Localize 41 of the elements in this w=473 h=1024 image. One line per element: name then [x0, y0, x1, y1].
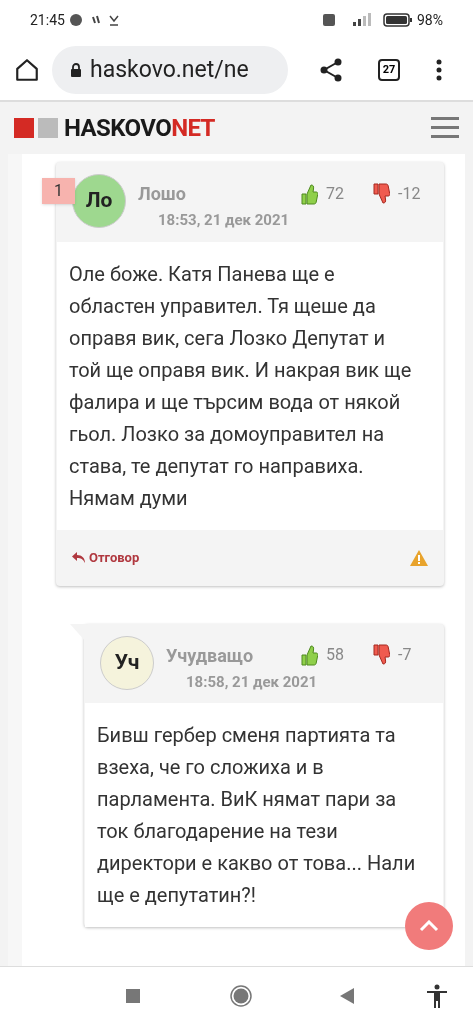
status-time: 21:45 — [30, 10, 65, 30]
accessibility-icon[interactable] — [426, 983, 448, 1008]
chevron-up-icon — [419, 920, 439, 932]
menu-icon[interactable] — [431, 117, 459, 139]
do-not-disturb-icon — [68, 13, 83, 27]
author-name: Лошо — [138, 182, 187, 206]
comment-text: Бивш гербер сменя партията та взеха, че го сложиха и в парламента. ВиК нямат пари за ток благодарение на тези директори е какво от това... Нали ще е депутатин?! — [85, 703, 443, 927]
back-icon[interactable] — [340, 987, 354, 1004]
dislike-count: -7 — [398, 644, 413, 666]
recent-apps-icon[interactable] — [126, 988, 140, 1003]
author-name: Учудващо — [166, 643, 255, 668]
address-bar[interactable]: haskovo.net/ne — [52, 46, 288, 94]
download-done-icon — [108, 14, 119, 26]
avatar: Ло — [72, 174, 126, 228]
home-icon[interactable] — [14, 57, 40, 83]
comment-time: 18:53, 21 дек 2021 — [158, 210, 291, 231]
signal-icon — [323, 13, 371, 27]
logo-squares-icon — [14, 118, 60, 138]
avatar: Уч — [100, 635, 154, 690]
comment-time: 18:58, 21 дек 2021 — [186, 671, 319, 693]
battery-level: 98% — [417, 10, 443, 30]
lock-icon — [70, 63, 82, 77]
more-icon[interactable] — [436, 59, 442, 81]
battery-icon — [383, 13, 413, 27]
dislike-count: -12 — [398, 182, 422, 205]
thumbs-down-icon[interactable] — [372, 644, 390, 666]
like-count: 72 — [326, 182, 345, 205]
thumbs-up-icon[interactable] — [300, 182, 318, 205]
scroll-top-button[interactable] — [405, 902, 453, 950]
home-circle-icon[interactable] — [230, 984, 252, 1007]
reply-arrow-icon — [72, 552, 85, 563]
share-icon[interactable] — [320, 58, 342, 82]
tab-count[interactable]: 27 — [378, 59, 400, 81]
thumbs-up-icon[interactable] — [300, 644, 318, 666]
thumbs-down-icon[interactable] — [372, 182, 390, 205]
comment-text: Оле боже. Катя Панева ще е областен управител. Тя щеше да оправя вик, сега Лозко Депутат и той ще оправя вик. И накрая вик ще фалира и ще търсим вода от някой гьол. Лозко за домоуправител на става, те депутат го направиха. Нямам думи — [57, 241, 443, 530]
url-text: haskovo.net/ne — [90, 54, 249, 85]
like-count: 58 — [326, 644, 345, 666]
rank-ribbon: 1 — [42, 178, 75, 204]
site-logo[interactable]: HASKOVONET — [64, 110, 215, 146]
reply-button[interactable]: Отговор — [72, 547, 140, 568]
